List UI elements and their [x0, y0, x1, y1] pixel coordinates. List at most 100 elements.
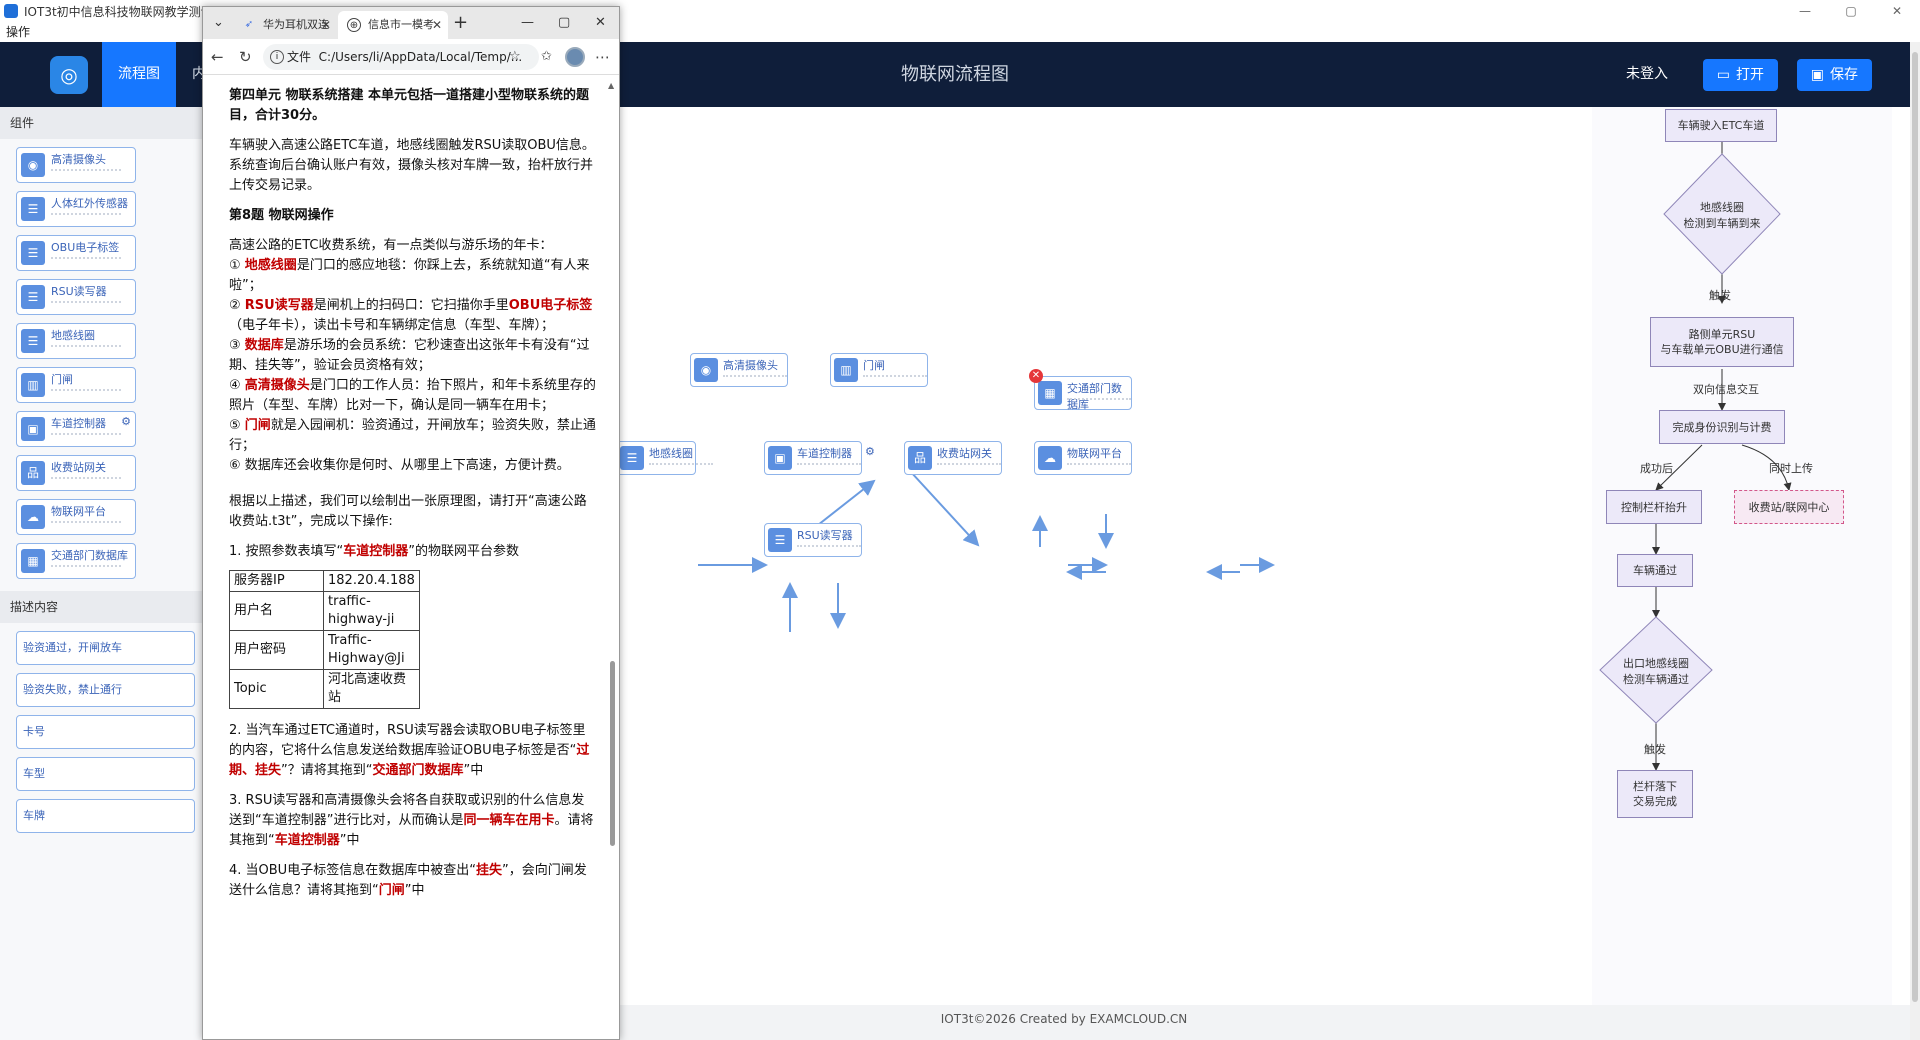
info-icon: i — [270, 50, 284, 64]
browser-tab-1[interactable]: ➶ 华为耳机双连 ✕ — [233, 11, 337, 39]
main-scrollbar[interactable] — [1910, 42, 1920, 1040]
browser-tab-2[interactable]: ⊕ 信息市一模考 ✕ — [338, 11, 448, 39]
more-menu-icon[interactable]: ⋯ — [595, 39, 610, 75]
gear-icon[interactable]: ⚙ — [865, 445, 875, 458]
component-label: 交通部门数据库 — [51, 549, 128, 562]
component-label: 物联网平台 — [51, 505, 106, 518]
desc-item[interactable]: 车牌 — [16, 799, 195, 833]
tag-icon: ☰ — [21, 241, 45, 265]
menu-operate[interactable]: 操作 — [6, 25, 30, 39]
open-button[interactable]: ▭ 打开 — [1702, 59, 1778, 91]
canvas-node[interactable]: ▥ 门闸 — [830, 353, 928, 387]
url-input[interactable]: i 文件 C:/Users/li/AppData/Local/Temp/... — [263, 44, 539, 70]
component-item[interactable]: 品收费站网关 — [16, 455, 136, 491]
tab-favicon-icon: ➶ — [244, 19, 254, 30]
canvas-node[interactable]: ☰ 地感线圈 — [616, 441, 713, 475]
gear-icon[interactable]: ⚙ — [121, 415, 131, 428]
table-row: 服务器IP 182.20.4.188 — [229, 570, 420, 592]
refresh-icon[interactable]: ↻ — [239, 39, 252, 75]
component-label: 人体红外传感器 — [51, 197, 128, 210]
open-button-label: 打开 — [1736, 67, 1764, 83]
minimize-button[interactable]: — — [1782, 0, 1828, 22]
node-label: 地感线圈 — [649, 447, 693, 460]
table-row: 用户密码 Traffic-Highway@Ji — [229, 630, 420, 670]
browser-maximize-button[interactable]: ▢ — [558, 7, 570, 39]
browser-minimize-button[interactable]: — — [521, 7, 534, 39]
browser-close-button[interactable]: ✕ — [595, 7, 606, 39]
component-item[interactable]: ☰ 地感线圈 — [16, 323, 136, 359]
node-label: 交通部门数据库 — [1067, 382, 1122, 411]
component-item[interactable]: ◉ 高清摄像头 — [16, 147, 136, 183]
desc-item[interactable]: 卡号 — [16, 715, 195, 749]
canvas-node[interactable]: ▦ 交通部门数据库 ✕ — [1029, 369, 1132, 411]
node-label: 车道控制器 — [797, 447, 852, 460]
param-table: 服务器IP 182.20.4.188 用户名 traffic-highway-ji … — [229, 570, 420, 709]
table-row: Topic 河北高速收费站 — [229, 669, 420, 709]
node-icon: ▦ — [1038, 381, 1062, 405]
node-label: 门闸 — [863, 359, 885, 372]
fc-step-finish: 栏杆落下 交易完成 — [1617, 770, 1693, 818]
sidebar: 组件 ◉ 高清摄像头 ☰ 人体红外传感器 ☰ OBU电子标签 ☰ RSU读写器 ☰ 地感线圈 ▥ 门闸… — [0, 107, 218, 1040]
component-item[interactable]: ▦ 交通部门数据库 — [16, 543, 136, 579]
fc-step-identify: 完成身份识别与计费 — [1659, 410, 1785, 444]
canvas-node[interactable]: ◉ 高清摄像头 — [690, 353, 788, 387]
document-content: 第四单元 物联系统搭建 本单元包括一道搭建小型物联系统的题目，合计30分。 车辆… — [203, 76, 607, 1040]
fc-label-trigger2: 触发 — [1644, 743, 1666, 756]
new-tab-button[interactable]: + — [453, 7, 468, 39]
table-row: 用户名 traffic-highway-ji — [229, 591, 420, 631]
node-label: 收费站网关 — [937, 447, 992, 460]
desc-item[interactable]: 验资通过，开闸放车 — [16, 631, 195, 665]
component-label: OBU电子标签 — [51, 241, 120, 254]
component-item[interactable]: ☰ 人体红外传感器 — [16, 191, 136, 227]
app-logo-icon — [4, 4, 18, 18]
desc-item[interactable]: 车型 — [16, 757, 195, 791]
document-scrollbar[interactable]: ▲ — [607, 81, 617, 1040]
step-1: 1. 按照参数表填写“车道控制器”的物联网平台参数 — [229, 544, 520, 559]
component-item[interactable]: ☁ 物联网平台 — [16, 499, 136, 535]
profile-avatar[interactable] — [565, 47, 585, 67]
node-label: 物联网平台 — [1067, 447, 1122, 460]
component-item[interactable]: ☰ RSU读写器 — [16, 279, 136, 315]
component-label: 高清摄像头 — [51, 153, 106, 166]
login-status[interactable]: 未登入 — [1626, 42, 1668, 107]
component-item[interactable]: ☰ OBU电子标签 — [16, 235, 136, 271]
browser-tab-strip: ⌄ ➶ 华为耳机双连 ✕ ⊕ 信息市一模考 ✕ + — ▢ ✕ — [203, 7, 619, 39]
gate-icon: ▥ — [21, 373, 45, 397]
fc-step-pass: 车辆通过 — [1617, 554, 1693, 587]
camera-icon: ◉ — [21, 153, 45, 177]
favorite-star-icon[interactable]: ☆ — [509, 39, 521, 75]
maximize-button[interactable]: ▢ — [1828, 0, 1874, 22]
fc-decision-coil: 地感线圈 检测到车辆到来 — [1683, 201, 1761, 230]
delete-icon[interactable]: ✕ — [1029, 369, 1043, 383]
step-2: 2. 当汽车通过ETC通道时，RSU读写器会读取OBU电子标签里的内容，它将什么… — [229, 723, 590, 778]
browser-window: ⌄ ➶ 华为耳机双连 ✕ ⊕ 信息市一模考 ✕ + — ▢ ✕ ← ↻ i 文件 C… — [202, 6, 620, 1040]
step-4: 4. 当OBU电子标签信息在数据库中被查出“挂失”，会向门闸发送什么信息？请将其… — [229, 863, 587, 898]
node-icon: ☁ — [1038, 446, 1062, 470]
window-controls: — ▢ ✕ — [1782, 0, 1920, 22]
tab-list-icon[interactable]: ⌄ — [213, 7, 224, 39]
canvas-node[interactable]: ☰ RSU读写器 — [764, 523, 862, 557]
canvas-node[interactable]: ▣ 车道控制器 ⚙ — [764, 441, 875, 475]
tab-flowchart[interactable]: 流程图 — [102, 42, 176, 107]
desc-item[interactable]: 验资失败，禁止通行 — [16, 673, 195, 707]
component-item[interactable]: ▣ 车道控制器 ⚙ — [16, 411, 136, 447]
folder-icon: ▭ — [1716, 67, 1730, 83]
tab-close-icon[interactable]: ✕ — [321, 11, 331, 39]
node-icon: ▥ — [834, 358, 858, 382]
canvas-node[interactable]: ☁ 物联网平台 — [1034, 441, 1132, 475]
favorites-icon[interactable]: ✩ — [541, 39, 552, 75]
close-button[interactable]: ✕ — [1874, 0, 1920, 22]
fc-step-rsu-obu: 路侧单元RSU 与车载单元OBU进行通信 — [1650, 317, 1794, 367]
desc-list: 验资通过，开闸放车 验资失败，禁止通行 卡号车型车牌 — [0, 631, 218, 833]
save-button[interactable]: ▣ 保存 — [1796, 59, 1872, 91]
components-list: ◉ 高清摄像头 ☰ 人体红外传感器 ☰ OBU电子标签 ☰ RSU读写器 ☰ 地感线圈 ▥ 门闸 ▣ 车道… — [0, 147, 218, 579]
component-label: RSU读写器 — [51, 285, 107, 298]
component-item[interactable]: ▥ 门闸 — [16, 367, 136, 403]
tab-close-icon[interactable]: ✕ — [432, 11, 442, 39]
fc-decision-exit: 出口地感线圈 检测车辆通过 — [1623, 657, 1689, 686]
cloud-icon: ☁ — [21, 505, 45, 529]
globe-icon: ⊕ — [347, 18, 361, 32]
canvas-node[interactable]: 品收费站网关 — [904, 441, 1002, 475]
fc-step-center: 收费站/联网中心 — [1734, 490, 1844, 524]
back-icon[interactable]: ← — [211, 39, 224, 75]
